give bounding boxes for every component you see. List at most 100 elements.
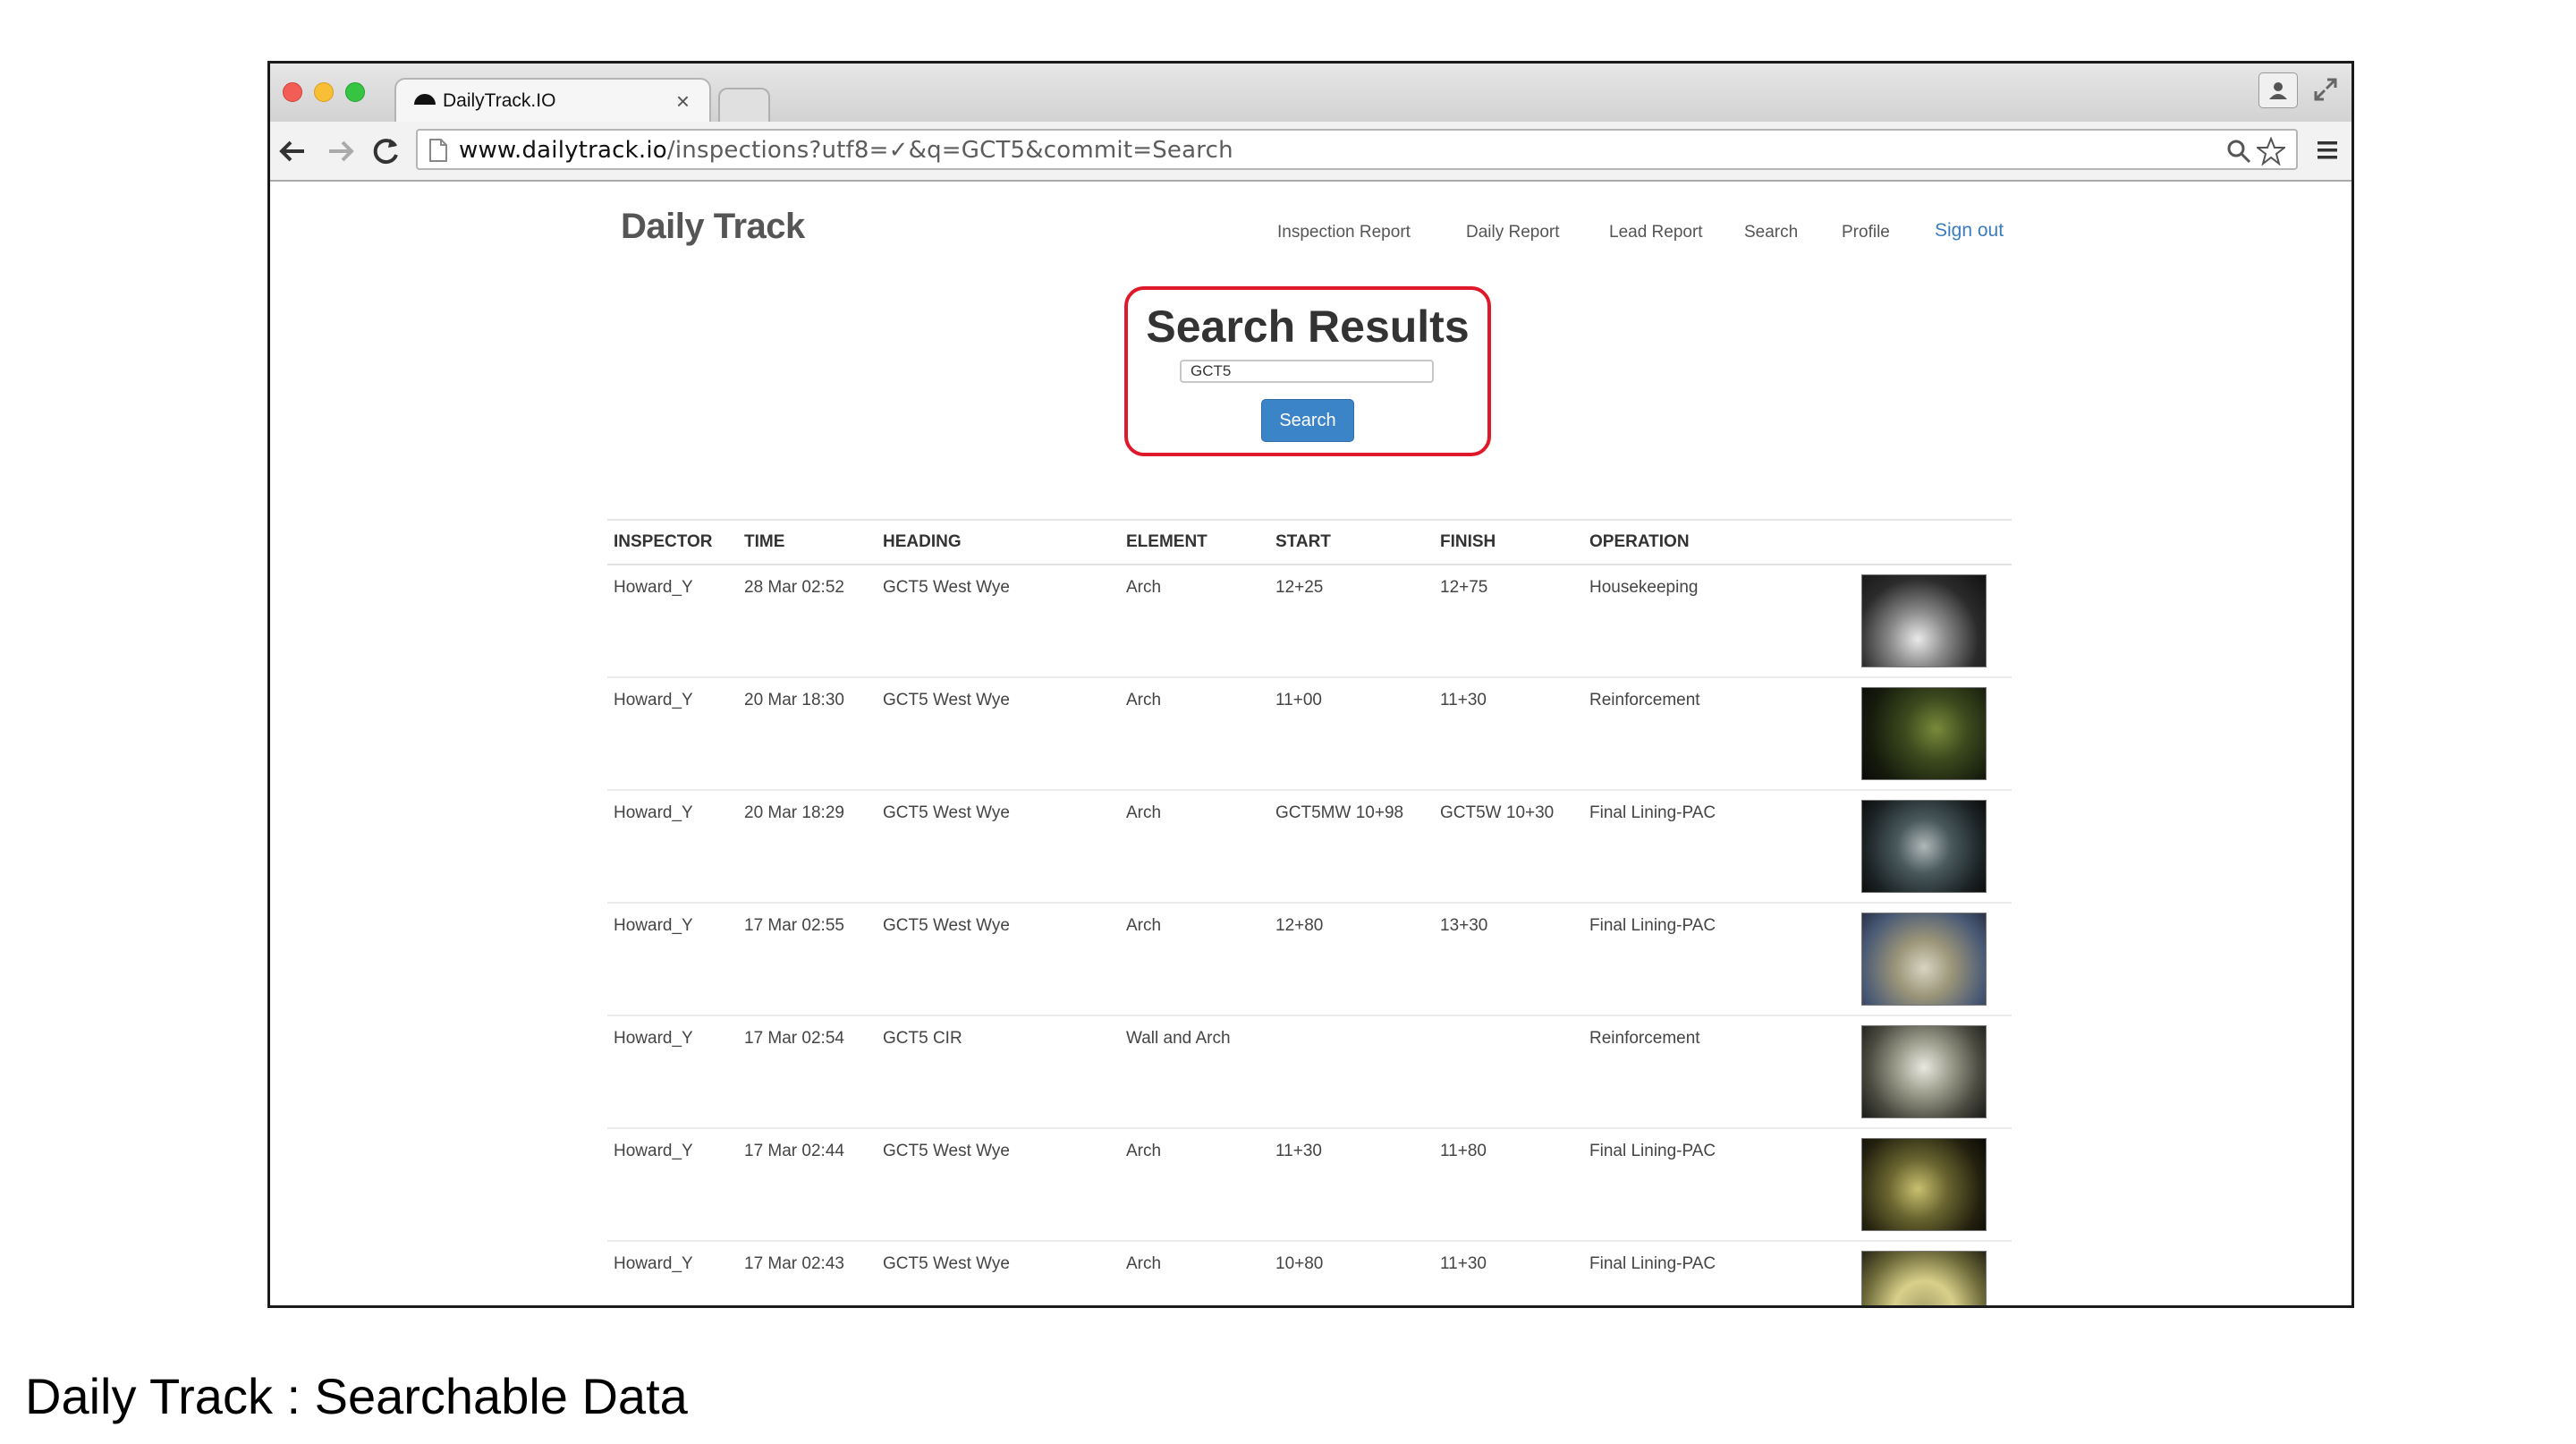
cell-operation: Housekeeping — [1589, 578, 1699, 597]
search-button[interactable]: Search — [1261, 399, 1354, 442]
nav-daily-report[interactable]: Daily Report — [1466, 223, 1560, 242]
inspection-photo-thumbnail[interactable] — [1861, 574, 1987, 667]
browser-tab[interactable]: DailyTrack.IO × — [394, 78, 711, 123]
cell-heading: GCT5 West Wye — [883, 803, 1010, 822]
cell-inspector: Howard_Y — [614, 1142, 693, 1160]
column-header-element: ELEMENT — [1126, 532, 1208, 551]
cell-operation: Reinforcement — [1589, 691, 1700, 709]
cell-start: 10+80 — [1275, 1254, 1324, 1273]
cell-element: Arch — [1126, 1142, 1162, 1160]
forward-arrow-icon[interactable] — [324, 135, 356, 167]
cell-start: 12+25 — [1275, 578, 1324, 597]
inspection-photo-thumbnail[interactable] — [1861, 800, 1987, 893]
web-page: Daily Track Inspection Report Daily Repo… — [270, 182, 2351, 1305]
menu-icon[interactable] — [2316, 140, 2339, 161]
tab-title: DailyTrack.IO — [443, 90, 556, 111]
cell-inspector: Howard_Y — [614, 691, 693, 709]
table-row[interactable]: Howard_Y 17 Mar 02:54 GCT5 CIR Wall and Arc… — [607, 1016, 2012, 1129]
window-close-button[interactable] — [283, 82, 302, 102]
cell-finish: GCT5W 10+30 — [1440, 803, 1555, 822]
cell-operation: Final Lining-PAC — [1589, 1142, 1716, 1160]
search-results-title: Search Results — [1146, 302, 1470, 352]
nav-sign-out[interactable]: Sign out — [1935, 220, 2004, 242]
cell-operation: Final Lining-PAC — [1589, 803, 1716, 822]
cell-time: 17 Mar 02:54 — [744, 1029, 844, 1048]
address-bar[interactable]: www.dailytrack.io/inspections?utf8=✓&q=G… — [416, 129, 2298, 170]
zoom-icon[interactable] — [2226, 139, 2251, 164]
inspection-photo-thumbnail[interactable] — [1861, 1138, 1987, 1231]
cell-inspector: Howard_Y — [614, 803, 693, 822]
cell-finish: 13+30 — [1440, 916, 1488, 935]
fullscreen-icon[interactable] — [2312, 76, 2339, 103]
browser-toolbar: www.dailytrack.io/inspections?utf8=✓&q=G… — [270, 122, 2351, 182]
page-icon — [429, 139, 447, 162]
cell-operation: Final Lining-PAC — [1589, 1254, 1716, 1273]
cell-heading: GCT5 West Wye — [883, 578, 1010, 597]
cell-start: 11+30 — [1275, 1142, 1322, 1160]
cell-start: GCT5MW 10+98 — [1275, 803, 1404, 822]
cell-heading: GCT5 West Wye — [883, 691, 1010, 709]
cell-element: Arch — [1126, 1254, 1162, 1273]
table-header: INSPECTOR TIME HEADING ELEMENT START FIN… — [607, 519, 2012, 565]
table-row[interactable]: Howard_Y 17 Mar 02:43 GCT5 West Wye Arch 10+… — [607, 1242, 2012, 1305]
cell-heading: GCT5 CIR — [883, 1029, 962, 1048]
slide-caption: Daily Track : Searchable Data — [25, 1368, 688, 1424]
table-row[interactable]: Howard_Y 20 Mar 18:30 GCT5 West Wye Arch 11+… — [607, 678, 2012, 791]
cell-finish: 12+75 — [1440, 578, 1488, 597]
brand-logo[interactable]: Daily Track — [621, 207, 805, 247]
cell-finish: 11+30 — [1440, 691, 1487, 709]
cell-time: 17 Mar 02:44 — [744, 1142, 844, 1160]
cell-time: 20 Mar 18:30 — [744, 691, 844, 709]
inspection-photo-thumbnail[interactable] — [1861, 1025, 1987, 1118]
back-arrow-icon[interactable] — [277, 135, 309, 167]
cell-inspector: Howard_Y — [614, 1254, 693, 1273]
search-input[interactable] — [1180, 360, 1434, 383]
cell-finish: 11+30 — [1440, 1254, 1487, 1273]
nav-lead-report[interactable]: Lead Report — [1609, 223, 1703, 242]
cell-start: 12+80 — [1275, 916, 1324, 935]
tab-close-icon[interactable]: × — [676, 88, 690, 115]
cell-heading: GCT5 West Wye — [883, 1254, 1010, 1273]
inspection-photo-thumbnail[interactable] — [1861, 687, 1987, 780]
cell-start: 11+00 — [1275, 691, 1322, 709]
new-tab-button[interactable] — [718, 88, 770, 122]
url-text[interactable]: www.dailytrack.io/inspections?utf8=✓&q=G… — [459, 137, 1233, 164]
cell-time: 20 Mar 18:29 — [744, 803, 844, 822]
cell-element: Arch — [1126, 691, 1162, 709]
cell-inspector: Howard_Y — [614, 578, 693, 597]
bookmark-star-icon[interactable] — [2257, 137, 2285, 166]
url-host: www.dailytrack.io — [459, 137, 667, 164]
table-body: Howard_Y 28 Mar 02:52 GCT5 West Wye Arch 12+… — [607, 565, 2012, 1305]
inspection-photo-thumbnail[interactable] — [1861, 1251, 1987, 1305]
url-path: /inspections?utf8=✓&q=GCT5&commit=Search — [666, 137, 1233, 164]
column-header-time: TIME — [744, 532, 785, 551]
table-row[interactable]: Howard_Y 20 Mar 18:29 GCT5 West Wye Arch GCT… — [607, 791, 2012, 904]
search-highlight-box: Search Results Search — [1124, 286, 1491, 456]
cell-finish: 11+80 — [1440, 1142, 1487, 1160]
column-header-operation: OPERATION — [1589, 532, 1690, 551]
cell-time: 28 Mar 02:52 — [744, 578, 844, 597]
table-row[interactable]: Howard_Y 17 Mar 02:55 GCT5 West Wye Arch 12+… — [607, 904, 2012, 1016]
inspection-photo-thumbnail[interactable] — [1861, 913, 1987, 1006]
cell-time: 17 Mar 02:43 — [744, 1254, 844, 1273]
cell-heading: GCT5 West Wye — [883, 916, 1010, 935]
reload-icon[interactable] — [370, 135, 402, 167]
window-maximize-button[interactable] — [345, 82, 365, 102]
cell-heading: GCT5 West Wye — [883, 1142, 1010, 1160]
cell-time: 17 Mar 02:55 — [744, 916, 844, 935]
nav-search[interactable]: Search — [1744, 223, 1798, 242]
tab-strip: DailyTrack.IO × — [270, 64, 2351, 123]
window-minimize-button[interactable] — [314, 82, 334, 102]
browser-window: DailyTrack.IO × www.dailytrack.io/inspec… — [267, 61, 2354, 1308]
results-table: INSPECTOR TIME HEADING ELEMENT START FIN… — [607, 519, 2012, 1305]
table-row[interactable]: Howard_Y 17 Mar 02:44 GCT5 West Wye Arch 11+… — [607, 1129, 2012, 1242]
cell-element: Wall and Arch — [1126, 1029, 1231, 1048]
nav-profile[interactable]: Profile — [1842, 223, 1890, 242]
favicon-icon — [414, 94, 436, 105]
nav-inspection-report[interactable]: Inspection Report — [1277, 223, 1411, 242]
table-row[interactable]: Howard_Y 28 Mar 02:52 GCT5 West Wye Arch 12+… — [607, 565, 2012, 678]
cell-element: Arch — [1126, 916, 1162, 935]
column-header-start: START — [1275, 532, 1331, 551]
profile-button[interactable] — [2258, 72, 2298, 108]
cell-inspector: Howard_Y — [614, 916, 693, 935]
